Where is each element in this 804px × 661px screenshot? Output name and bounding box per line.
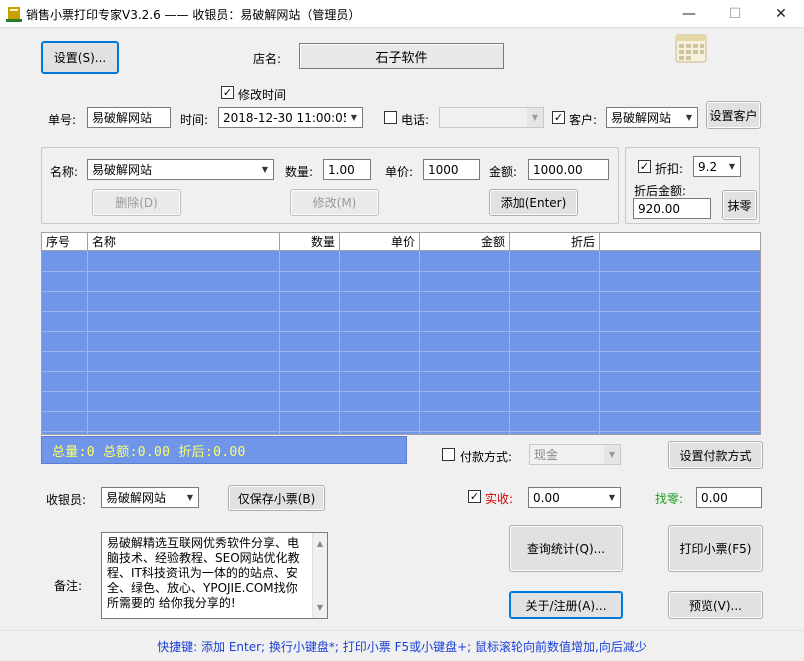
table-body[interactable] — [42, 251, 760, 434]
col-price[interactable]: 单价 — [340, 233, 420, 251]
modify-time-checkbox[interactable]: ✓ — [221, 86, 234, 99]
payment-value: 现金 — [534, 448, 559, 462]
col-after-discount[interactable]: 折后 — [510, 233, 600, 251]
phone-select[interactable]: ▼ — [439, 107, 544, 128]
payment-label: 付款方式: — [460, 450, 513, 464]
set-payment-button[interactable]: 设置付款方式 — [668, 441, 763, 469]
shop-name: 石子软件 — [299, 43, 504, 69]
customer-label: 客户: — [569, 113, 598, 127]
discount-label: 折扣: — [655, 162, 684, 176]
remark-scrollbar[interactable]: ▲ ▼ — [312, 533, 327, 618]
time-label: 时间: — [180, 113, 209, 127]
price-label: 单价: — [385, 165, 414, 179]
shop-label: 店名: — [253, 52, 282, 66]
about-register-button[interactable]: 关于/注册(A)... — [509, 591, 623, 619]
order-no-input[interactable]: 易破解网站 — [87, 107, 171, 128]
customer-value: 易破解网站 — [611, 111, 672, 125]
customer-select[interactable]: 易破解网站 ▼ — [606, 107, 698, 128]
discount-select[interactable]: 9.2 ▼ — [693, 156, 741, 177]
cashier-select[interactable]: 易破解网站 ▼ — [101, 487, 199, 508]
item-name-select[interactable]: 易破解网站 ▼ — [87, 159, 274, 180]
payment-select[interactable]: 现金 ▼ — [529, 444, 621, 465]
time-value: 2018-12-30 11:00:05 — [223, 110, 346, 125]
change-input[interactable]: 0.00 — [696, 487, 762, 508]
chevron-down-icon[interactable]: ▼ — [182, 488, 198, 507]
calendar-icon[interactable] — [675, 31, 707, 63]
round-off-button[interactable]: 抹零 — [722, 190, 757, 220]
shortcut-hint: 快捷键: 添加 Enter; 换行小键盘*; 打印小票 F5或小键盘+; 鼠标滚… — [0, 630, 804, 661]
print-ticket-button[interactable]: 打印小票(F5) — [668, 525, 763, 572]
item-name-label: 名称: — [50, 165, 79, 179]
scroll-down-icon[interactable]: ▼ — [313, 600, 327, 615]
title-bar: 销售小票打印专家V3.2.6 —— 收银员：易破解网站（管理员） — ☐ ✕ — [0, 0, 804, 28]
close-button[interactable]: ✕ — [758, 0, 804, 28]
payment-checkbox[interactable] — [442, 448, 455, 461]
cashier-label: 收银员: — [46, 493, 87, 507]
remark-textarea[interactable]: 易破解精选互联网优秀软件分享、电脑技术、经验教程、SEO网站优化教程、IT科技资… — [101, 532, 328, 619]
scroll-up-icon[interactable]: ▲ — [313, 536, 327, 551]
received-value: 0.00 — [533, 490, 560, 505]
time-picker[interactable]: 2018-12-30 11:00:05 ▼ — [218, 107, 363, 128]
chevron-down-icon[interactable]: ▼ — [604, 488, 620, 507]
chevron-down-icon[interactable]: ▼ — [257, 160, 273, 179]
price-input[interactable]: 1000 — [423, 159, 480, 180]
query-stats-button[interactable]: 查询统计(Q)... — [509, 525, 623, 572]
change-label: 找零: — [655, 492, 684, 506]
chevron-down-icon[interactable]: ▼ — [604, 445, 620, 464]
chevron-down-icon[interactable]: ▼ — [527, 108, 543, 127]
after-discount-label: 折后金额: — [634, 184, 687, 198]
discount-value: 9.2 — [698, 159, 718, 174]
settings-button[interactable]: 设置(S)... — [41, 41, 119, 74]
chevron-down-icon[interactable]: ▼ — [346, 108, 362, 127]
phone-checkbox[interactable] — [384, 111, 397, 124]
discount-checkbox[interactable]: ✓ — [638, 160, 651, 173]
modify-time-label: 修改时间 — [238, 88, 287, 102]
items-table[interactable]: 序号 名称 数量 单价 金额 折后 — [41, 232, 761, 435]
maximize-button[interactable]: ☐ — [712, 0, 758, 28]
chevron-down-icon[interactable]: ▼ — [681, 108, 697, 127]
cashier-value: 易破解网站 — [106, 491, 167, 505]
minimize-button[interactable]: — — [666, 0, 712, 28]
chevron-down-icon[interactable]: ▼ — [724, 157, 740, 176]
amount-input[interactable]: 1000.00 — [528, 159, 609, 180]
qty-input[interactable]: 1.00 — [323, 159, 371, 180]
received-select[interactable]: 0.00 ▼ — [528, 487, 621, 508]
col-amount[interactable]: 金额 — [420, 233, 510, 251]
after-discount-input[interactable]: 920.00 — [633, 198, 711, 219]
phone-label: 电话: — [401, 113, 430, 127]
remark-text: 易破解精选互联网优秀软件分享、电脑技术、经验教程、SEO网站优化教程、IT科技资… — [107, 536, 300, 610]
app-icon — [6, 6, 22, 22]
totals-bar: 总量:0 总额:0.00 折后:0.00 — [41, 436, 407, 464]
delete-button[interactable]: 删除(D) — [92, 189, 181, 216]
qty-label: 数量: — [285, 165, 314, 179]
col-qty[interactable]: 数量 — [280, 233, 340, 251]
received-label: 实收: — [485, 492, 514, 506]
customer-checkbox[interactable]: ✓ — [552, 111, 565, 124]
order-no-label: 单号: — [48, 113, 77, 127]
amount-label: 金额: — [489, 165, 518, 179]
window-title: 销售小票打印专家V3.2.6 —— 收银员：易破解网站（管理员） — [26, 8, 361, 22]
received-checkbox[interactable]: ✓ — [468, 490, 481, 503]
col-index[interactable]: 序号 — [42, 233, 88, 251]
table-header: 序号 名称 数量 单价 金额 折后 — [42, 233, 760, 251]
save-only-button[interactable]: 仅保存小票(B) — [228, 485, 325, 511]
col-name[interactable]: 名称 — [88, 233, 280, 251]
remark-label: 备注: — [54, 579, 83, 593]
set-customer-button[interactable]: 设置客户 — [706, 101, 761, 129]
add-button[interactable]: 添加(Enter) — [489, 189, 578, 216]
item-name-value: 易破解网站 — [92, 163, 153, 177]
modify-button[interactable]: 修改(M) — [290, 189, 379, 216]
preview-button[interactable]: 预览(V)... — [668, 591, 763, 619]
